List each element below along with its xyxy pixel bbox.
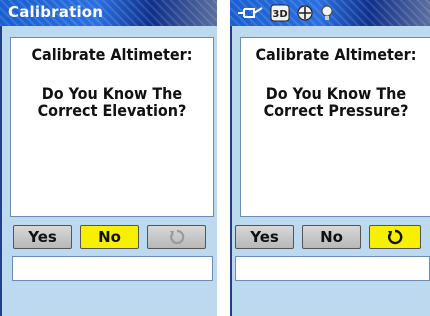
prompt-panel: Calibrate Altimeter: Do You Know The Cor… [10, 37, 214, 217]
value-field[interactable] [235, 256, 430, 281]
3d-fix-icon: 3D [270, 4, 290, 22]
svg-text:3D: 3D [272, 9, 287, 20]
next-button[interactable] [147, 225, 206, 249]
prompt-question: Do You Know The Correct Elevation? [37, 84, 187, 120]
page-title: Calibration [8, 3, 104, 21]
left-calibration-screen: Calibration Calibrate Altimeter: Do You … [0, 0, 217, 316]
button-row: Yes No [235, 225, 421, 249]
no-button[interactable]: No [302, 225, 361, 249]
loop-icon [388, 229, 403, 245]
yes-button[interactable]: Yes [13, 225, 72, 249]
value-field[interactable] [12, 256, 213, 281]
prompt-heading: Calibrate Altimeter: [31, 45, 193, 64]
prompt-heading: Calibrate Altimeter: [255, 45, 417, 64]
right-calibration-screen: 3D Calibrate Altimeter: Do You Know The … [230, 0, 430, 316]
yes-button[interactable]: Yes [235, 225, 294, 249]
status-bar: 3D [230, 0, 430, 26]
backlight-icon [321, 5, 333, 20]
satellite-icon [297, 5, 313, 21]
battery-icon [238, 7, 263, 18]
loop-icon [169, 229, 184, 245]
no-button[interactable]: No [80, 225, 139, 249]
prompt-question: Do You Know The Correct Pressure? [263, 84, 409, 120]
title-bar: Calibration [0, 0, 217, 26]
next-button[interactable] [369, 225, 421, 249]
prompt-panel: Calibrate Altimeter: Do You Know The Cor… [240, 37, 430, 217]
button-row: Yes No [13, 225, 206, 249]
